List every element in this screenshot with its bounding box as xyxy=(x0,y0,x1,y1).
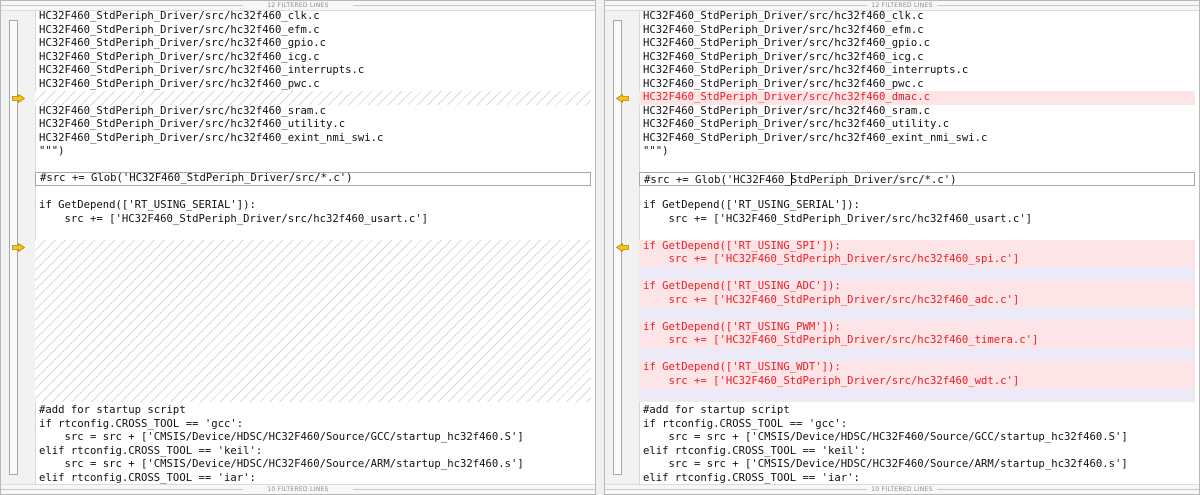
code-line: if GetDepend(['RT_USING_SERIAL']): xyxy=(643,199,860,211)
code-line: HC32F460_StdPeriph_Driver/src/hc32f460_g… xyxy=(39,37,327,49)
code-line: HC32F460_StdPeriph_Driver/src/hc32f460_p… xyxy=(39,77,320,90)
code-line: HC32F460_StdPeriph_Driver/src/hc32f460_i… xyxy=(643,64,969,76)
code-line: src += ['HC32F460_StdPeriph_Driver/src/h… xyxy=(39,212,429,225)
code-line-added: if GetDepend(['RT_USING_PWM']): xyxy=(639,320,1195,334)
filtered-lines-top-left[interactable]: 12 FILTERED LINES xyxy=(1,1,595,11)
code-line-added: if GetDepend(['RT_USING_SPI']): xyxy=(639,239,1195,253)
right-gutter xyxy=(605,10,640,485)
arrow-left-icon[interactable] xyxy=(616,243,629,252)
code-line-added: src += ['HC32F460_StdPeriph_Driver/src/h… xyxy=(639,374,1195,388)
code-segment: StdPeriph_Driver/src/*.c') xyxy=(790,174,957,186)
code-line-added: src += ['HC32F460_StdPeriph_Driver/src/h… xyxy=(639,293,1195,307)
code-line: HC32F460_StdPeriph_Driver/src/hc32f460_i… xyxy=(643,50,924,63)
code-line: HC32F460_StdPeriph_Driver/src/hc32f460_c… xyxy=(39,10,320,22)
code-line: HC32F460_StdPeriph_Driver/src/hc32f460_u… xyxy=(39,118,346,130)
code-line: src = src + ['CMSIS/Device/HDSC/HC32F460… xyxy=(643,458,1128,470)
missing-lines-placeholder xyxy=(35,91,591,105)
code-line: HC32F460_StdPeriph_Driver/src/hc32f460_e… xyxy=(643,131,988,144)
blank-line-added xyxy=(639,388,1195,402)
code-segment: #src += Glob('HC32F460_ xyxy=(644,174,791,186)
code-line: HC32F460_StdPeriph_Driver/src/hc32f460_i… xyxy=(39,64,365,76)
code-line: elif rtconfig.CROSS_TOOL == 'keil': xyxy=(39,444,263,457)
code-line: HC32F460_StdPeriph_Driver/src/hc32f460_s… xyxy=(643,104,931,117)
code-line-added: HC32F460_StdPeriph_Driver/src/hc32f460_d… xyxy=(639,91,1195,105)
code-line: src = src + ['CMSIS/Device/HDSC/HC32F460… xyxy=(643,431,1128,443)
blank-line-added xyxy=(639,307,1195,321)
code-line: HC32F460_StdPeriph_Driver/src/hc32f460_p… xyxy=(643,77,924,90)
arrow-right-icon[interactable] xyxy=(12,243,25,252)
code-line: HC32F460_StdPeriph_Driver/src/hc32f460_e… xyxy=(39,131,384,144)
blank-line-added xyxy=(639,266,1195,280)
code-line-added: src += ['HC32F460_StdPeriph_Driver/src/h… xyxy=(639,334,1195,348)
filtered-lines-top-right[interactable]: 12 FILTERED LINES xyxy=(605,1,1199,11)
left-code[interactable]: HC32F460_StdPeriph_Driver/src/hc32f460_c… xyxy=(35,10,591,485)
filtered-lines-bottom-right[interactable]: 10 FILTERED LINES xyxy=(605,484,1199,494)
code-line-added: src += ['HC32F460_StdPeriph_Driver/src/h… xyxy=(639,253,1195,267)
missing-lines-placeholder xyxy=(35,239,591,402)
code-line: src = src + ['CMSIS/Device/HDSC/HC32F460… xyxy=(39,431,524,443)
code-line: elif rtconfig.CROSS_TOOL == 'iar': xyxy=(643,471,860,484)
diff-viewer: 12 FILTERED LINES HC32F460_StdPeriph_Dri… xyxy=(0,0,1200,495)
code-line: src += ['HC32F460_StdPeriph_Driver/src/h… xyxy=(643,212,1033,225)
code-line-current: #src += Glob('HC32F460_StdPeriph_Driver/… xyxy=(639,172,1195,186)
code-line: elif rtconfig.CROSS_TOOL == 'iar': xyxy=(39,471,256,484)
code-line: """) xyxy=(39,145,65,157)
code-line: if rtconfig.CROSS_TOOL == 'gcc': xyxy=(39,417,244,430)
code-line: HC32F460_StdPeriph_Driver/src/hc32f460_i… xyxy=(39,50,320,63)
code-line: if GetDepend(['RT_USING_SERIAL']): xyxy=(39,199,256,211)
left-pane[interactable]: 12 FILTERED LINES HC32F460_StdPeriph_Dri… xyxy=(0,0,596,495)
code-line-current: #src += Glob('HC32F460_StdPeriph_Driver/… xyxy=(35,172,591,186)
blank-line-added xyxy=(639,347,1195,361)
code-line: """) xyxy=(643,145,669,157)
code-line: #add for startup script xyxy=(39,404,186,416)
code-line: HC32F460_StdPeriph_Driver/src/hc32f460_g… xyxy=(643,37,931,49)
code-line: HC32F460_StdPeriph_Driver/src/hc32f460_s… xyxy=(39,104,327,117)
code-line-added: if GetDepend(['RT_USING_WDT']): xyxy=(639,361,1195,375)
code-line: HC32F460_StdPeriph_Driver/src/hc32f460_e… xyxy=(39,23,320,36)
left-gutter xyxy=(1,10,36,485)
arrow-right-icon[interactable] xyxy=(12,94,25,103)
code-line: elif rtconfig.CROSS_TOOL == 'keil': xyxy=(643,444,867,457)
code-line: HC32F460_StdPeriph_Driver/src/hc32f460_u… xyxy=(643,118,950,130)
code-line: src = src + ['CMSIS/Device/HDSC/HC32F460… xyxy=(39,458,524,470)
code-line: #add for startup script xyxy=(643,404,790,416)
code-line: HC32F460_StdPeriph_Driver/src/hc32f460_e… xyxy=(643,23,924,36)
arrow-left-icon[interactable] xyxy=(616,94,629,103)
filtered-lines-bottom-left[interactable]: 10 FILTERED LINES xyxy=(1,484,595,494)
code-line: if rtconfig.CROSS_TOOL == 'gcc': xyxy=(643,417,848,430)
right-pane[interactable]: 12 FILTERED LINES HC32F460_StdPeriph_Dri… xyxy=(604,0,1200,495)
code-line-added: if GetDepend(['RT_USING_ADC']): xyxy=(639,280,1195,294)
right-code[interactable]: HC32F460_StdPeriph_Driver/src/hc32f460_c… xyxy=(639,10,1195,485)
code-line: HC32F460_StdPeriph_Driver/src/hc32f460_c… xyxy=(643,10,924,22)
